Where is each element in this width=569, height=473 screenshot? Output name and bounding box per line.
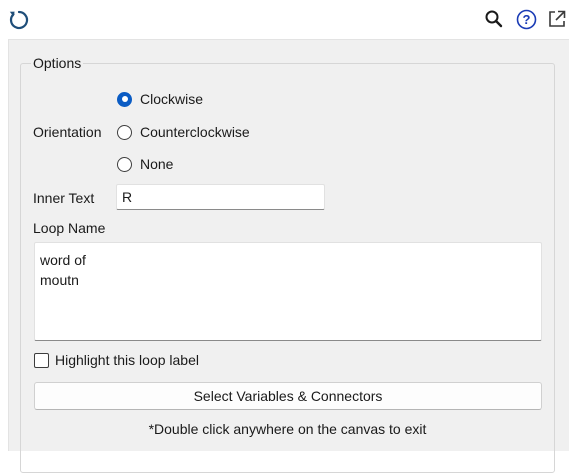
top-toolbar: ? (0, 0, 569, 38)
orientation-label: Orientation (33, 124, 102, 140)
search-icon[interactable] (483, 8, 505, 30)
radio-unchecked-icon (117, 124, 132, 140)
highlight-loop-label-text: Highlight this loop label (55, 352, 199, 368)
radio-checked-icon (117, 91, 132, 107)
radio-none[interactable]: None (117, 154, 173, 174)
radio-unchecked-icon (117, 156, 132, 172)
radio-clockwise-label: Clockwise (140, 91, 204, 107)
exit-hint-text: *Double click anywhere on the canvas to … (148, 421, 427, 437)
loop-name-label: Loop Name (33, 220, 106, 236)
select-variables-connectors-button[interactable]: Select Variables & Connectors (34, 382, 542, 410)
radio-none-label: None (140, 156, 174, 172)
options-panel: Options Orientation Clockwise Counterclo… (8, 39, 569, 473)
refresh-icon[interactable] (6, 7, 32, 33)
inner-text-label: Inner Text (33, 190, 95, 206)
highlight-loop-label-checkbox[interactable]: Highlight this loop label (34, 352, 199, 368)
checkbox-box-icon (34, 352, 49, 368)
loop-name-textarea[interactable]: word of moutn (34, 242, 542, 341)
inner-text-input[interactable]: R (116, 184, 325, 210)
svg-text:?: ? (522, 12, 530, 27)
radio-counterclockwise[interactable]: Counterclockwise (117, 122, 250, 142)
radio-clockwise[interactable]: Clockwise (117, 89, 203, 109)
help-icon[interactable]: ? (515, 8, 537, 30)
external-window-icon[interactable] (546, 8, 568, 30)
radio-counterclockwise-label: Counterclockwise (140, 124, 250, 140)
options-legend: Options (31, 55, 84, 71)
